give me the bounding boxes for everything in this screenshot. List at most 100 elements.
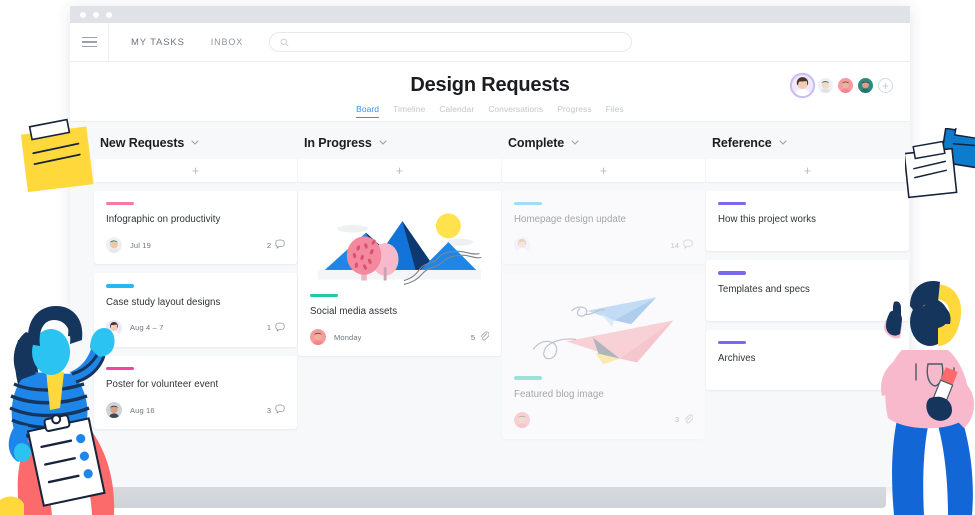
column-header[interactable]: Complete [502, 136, 705, 150]
column-title: Reference [712, 136, 772, 150]
avatar-image [858, 78, 873, 93]
tab-conversations[interactable]: Conversations [488, 104, 543, 118]
chevron-down-icon[interactable] [379, 139, 387, 147]
card-date: Jul 19 [130, 240, 151, 250]
comment-icon [275, 319, 285, 337]
comment-count: 1 [266, 323, 271, 333]
top-navigation-bar: MY TASKS INBOX [70, 22, 910, 62]
add-card-button[interactable]: + [706, 159, 909, 182]
window-minimize-dot[interactable] [93, 11, 99, 18]
woman-with-clipboard-illustration [0, 288, 129, 515]
card-list: Social media assets Monday 5 [298, 191, 501, 357]
attachment-icon [683, 411, 694, 429]
screenshot-stage: MY TASKS INBOX Design Requests Board Tim… [0, 0, 975, 515]
card-footer: Aug 16 3 [106, 401, 285, 419]
avatar[interactable] [310, 329, 326, 346]
card-tag [106, 202, 134, 206]
task-card[interactable]: Featured blog image 3 [502, 273, 705, 439]
card-meta: 5 [470, 328, 490, 346]
avatar[interactable] [514, 237, 530, 254]
comment-count: 14 [670, 240, 679, 250]
column-title: New Requests [100, 136, 185, 150]
browser-window: MY TASKS INBOX Design Requests Board Tim… [70, 6, 910, 487]
comment-icon [683, 236, 693, 254]
add-card-button[interactable]: + [502, 159, 705, 182]
avatar[interactable] [792, 75, 813, 96]
card-footer: Monday 5 [310, 328, 490, 346]
add-member-button[interactable]: + [878, 78, 893, 93]
search-container [269, 32, 633, 52]
window-close-dot[interactable] [80, 11, 86, 18]
card-footer: 3 [514, 411, 694, 429]
task-card[interactable]: Infographic on productivity Jul 19 2 [94, 191, 297, 265]
column-header[interactable]: In Progress [298, 136, 501, 150]
board-column-in-progress: In Progress + Social media assets Monday… [298, 136, 501, 487]
hamburger-icon[interactable] [70, 22, 109, 62]
card-list: Homepage design update 14 Featured blog … [502, 191, 705, 439]
window-base-shadow [96, 487, 886, 508]
card-meta: 1 [267, 319, 285, 337]
avatar[interactable] [514, 411, 530, 428]
card-title: How this project works [718, 214, 817, 226]
attachment-count: 5 [470, 332, 475, 342]
attachment-icon [479, 328, 490, 346]
avatar-image [792, 75, 813, 96]
window-maximize-dot[interactable] [106, 11, 112, 18]
kanban-board: New Requests + Infographic on productivi… [70, 122, 910, 487]
tab-progress[interactable]: Progress [557, 104, 591, 118]
comment-count: 2 [266, 240, 271, 250]
project-tabs: Board Timeline Calendar Conversations Pr… [70, 104, 910, 118]
tab-calendar[interactable]: Calendar [439, 104, 474, 118]
comment-count: 3 [266, 405, 271, 415]
card-date: Aug 16 [130, 405, 155, 415]
card-footer: 14 [514, 236, 693, 254]
card-title: Case study layout designs [106, 296, 221, 308]
avatar[interactable] [858, 78, 873, 93]
card-title: Archives [718, 353, 756, 365]
card-tag [310, 294, 338, 298]
card-meta: 3 [675, 411, 694, 429]
card-date: Monday [334, 332, 362, 342]
card-title: Poster for volunteer event [106, 379, 219, 391]
page-title: Design Requests [410, 74, 570, 96]
window-titlebar [70, 6, 910, 23]
search-icon [280, 38, 289, 47]
column-header[interactable]: New Requests [94, 136, 297, 150]
project-header: Design Requests Board Timeline Calendar … [70, 62, 910, 122]
card-meta: 2 [267, 236, 285, 254]
avatar[interactable] [818, 78, 833, 93]
card-title: Templates and specs [718, 283, 810, 295]
avatar[interactable] [838, 78, 853, 93]
avatar-image [818, 78, 833, 93]
add-card-button[interactable]: + [298, 159, 501, 182]
task-card[interactable]: Social media assets Monday 5 [298, 191, 501, 357]
chevron-down-icon[interactable] [779, 139, 787, 147]
card-date: Aug 4 – 7 [130, 323, 164, 333]
card-footer: Aug 4 – 7 1 [106, 319, 285, 337]
board-column-complete: Complete + Homepage design update 14 Fea… [502, 136, 705, 487]
card-title: Featured blog image [514, 388, 604, 400]
tab-files[interactable]: Files [606, 104, 624, 118]
task-card[interactable]: Homepage design update 14 [502, 191, 705, 265]
card-title: Homepage design update [514, 214, 627, 226]
add-card-button[interactable]: + [94, 159, 297, 182]
chevron-down-icon[interactable] [571, 139, 579, 147]
search-input[interactable] [295, 37, 622, 47]
comment-icon [275, 236, 285, 254]
task-card[interactable]: How this project works [706, 191, 909, 252]
column-header[interactable]: Reference [706, 136, 909, 150]
chevron-down-icon[interactable] [191, 139, 199, 147]
nav-link-my-tasks[interactable]: MY TASKS [131, 37, 185, 48]
card-meta: 14 [671, 236, 693, 254]
woman-with-pen-illustration [872, 272, 975, 515]
card-title: Social media assets [310, 306, 398, 318]
card-tag [514, 202, 542, 206]
avatar[interactable] [106, 237, 122, 254]
tab-board[interactable]: Board [356, 104, 380, 118]
nav-link-inbox[interactable]: INBOX [211, 37, 243, 47]
card-title: Infographic on productivity [106, 214, 221, 226]
tab-timeline[interactable]: Timeline [393, 104, 425, 118]
comment-icon [275, 401, 285, 419]
column-title: Complete [508, 136, 565, 150]
search-box[interactable] [269, 32, 633, 52]
